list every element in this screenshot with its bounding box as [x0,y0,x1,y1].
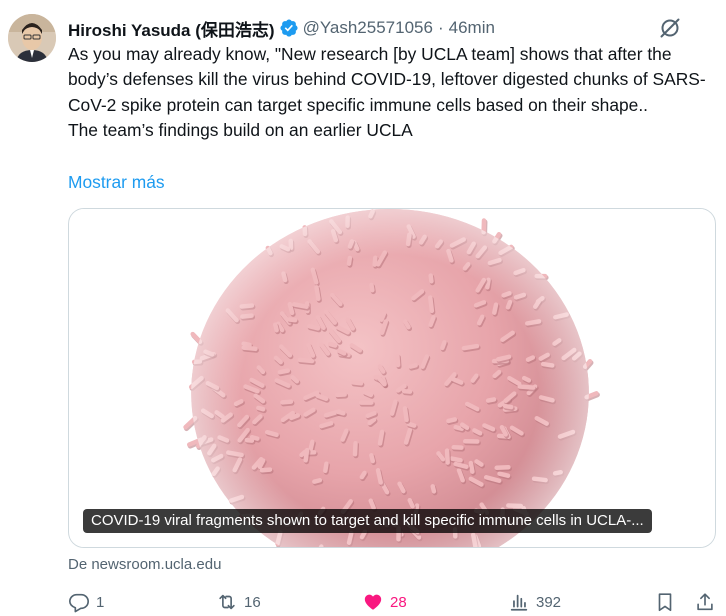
author-name[interactable]: Hiroshi Yasuda (保田浩志) [68,16,275,41]
reply-button[interactable]: 1 [68,588,104,616]
tweet-text-line: The team’s findings build on an earlier … [68,119,413,140]
heart-icon [364,594,382,610]
separator-dot: · [437,18,444,37]
bookmark-button[interactable] [654,588,676,616]
views-count: 392 [536,593,562,611]
bookmark-icon [658,593,672,612]
reply-icon [69,593,89,613]
repost-icon [219,594,235,610]
tweet-text: As you may already know, "New research [… [68,42,720,143]
views-button[interactable]: 392 [508,588,561,616]
views-icon [510,594,528,611]
repost-button[interactable]: 16 [216,588,261,616]
link-card[interactable]: COVID-19 viral fragments shown to target… [68,208,716,548]
repost-count: 16 [244,593,261,611]
card-image [69,209,715,547]
tweet-text-line: As you may already know, "New research [… [68,44,706,115]
author-handle[interactable]: @Yash25571056 [303,18,433,38]
action-bar: 1 16 28 392 [68,588,720,616]
tweet-header: Hiroshi Yasuda (保田浩志) @Yash25571056 · 46… [68,16,495,40]
share-button[interactable] [694,588,716,616]
share-icon [697,593,713,611]
show-more-link[interactable]: Mostrar más [68,170,165,194]
reply-count: 1 [96,593,105,611]
grok-icon[interactable] [658,16,682,40]
timestamp[interactable]: 46min [449,18,495,38]
like-button[interactable]: 28 [362,588,407,616]
like-count: 28 [390,593,407,611]
card-caption: COVID-19 viral fragments shown to target… [83,509,652,533]
verified-badge-icon[interactable] [279,18,299,38]
avatar[interactable] [8,14,56,62]
card-source[interactable]: De newsroom.ucla.edu [68,555,221,575]
